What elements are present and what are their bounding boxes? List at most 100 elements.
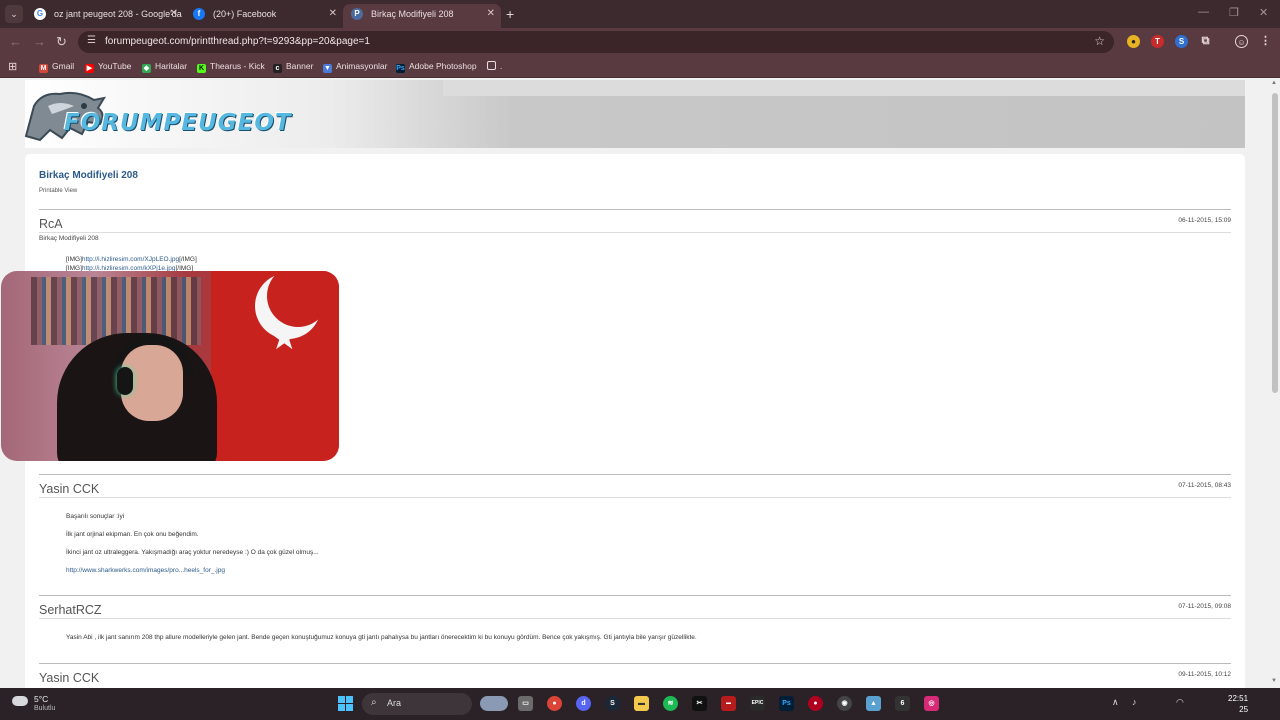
search-label: Ara <box>387 698 402 708</box>
obs-icon[interactable]: ◉ <box>837 696 852 711</box>
windows-taskbar: 5°C Bulutlu ⌕ Ara ▭ ● d S ▬ ≋ ✂ ▬ EPIC P… <box>0 688 1280 720</box>
tab-facebook[interactable]: f (20+) Facebook ✕ <box>185 4 343 28</box>
file-explorer-icon[interactable]: ▬ <box>634 696 649 711</box>
forum-logo[interactable]: FORUMPEUGEOT <box>8 84 318 144</box>
scroll-up-icon[interactable]: ▲ <box>1271 80 1277 86</box>
discord-icon[interactable]: d <box>576 696 591 711</box>
instagram-icon[interactable]: ◎ <box>924 696 939 711</box>
post: RcA 06-11-2015, 15:09 Birkaç Modifiyeli … <box>39 209 1231 279</box>
chrome-icon[interactable]: ● <box>547 696 562 711</box>
close-tab-icon[interactable]: ✕ <box>329 4 337 24</box>
tab-google-search[interactable]: G oz jant peugeot 208 - Google'da ✕ <box>26 4 184 28</box>
forward-arrow-icon[interactable]: → <box>33 34 46 50</box>
post-line: İlk jant orjinal ekipman. En çok onu beğ… <box>66 531 199 538</box>
post-date: 06-11-2015, 15:09 <box>1178 217 1231 224</box>
post-divider <box>39 663 1231 664</box>
extension-icon[interactable]: S <box>1175 35 1188 48</box>
bookmarks-bar: ⊞ M Gmail ▶ YouTube ◆ Haritalar K Thearus - … <box>0 56 1280 78</box>
youtube-icon: ▶ <box>85 64 94 73</box>
capcut-icon[interactable]: ✂ <box>692 696 707 711</box>
photos-icon[interactable]: ▲ <box>866 696 881 711</box>
post-subtitle: Birkaç Modifiyeli 208 <box>39 235 99 242</box>
bookmark-label: Thearus - Kick <box>210 61 265 71</box>
bookmark-photoshop[interactable]: Ps Adobe Photoshop <box>396 61 477 73</box>
steam-icon[interactable]: S <box>605 696 620 711</box>
bookmark-folder[interactable]: . <box>487 61 502 71</box>
post-subdivider <box>39 232 1231 233</box>
maps-icon: ◆ <box>142 64 151 73</box>
tab-title: oz jant peugeot 208 - Google'da <box>54 9 182 19</box>
post-subdivider <box>39 497 1231 498</box>
epic-games-icon[interactable]: EPIC <box>750 696 765 711</box>
bookmark-label: Banner <box>286 61 314 71</box>
bookmark-label: YouTube <box>98 61 132 71</box>
post-username: Yasin CCK <box>39 482 100 496</box>
bookmark-kick[interactable]: K Thearus - Kick <box>197 61 265 73</box>
page-scrollbar[interactable]: ▲ ▼ <box>1270 78 1280 688</box>
post-date: 07-11-2015, 09:08 <box>1178 603 1231 610</box>
photoshop-icon: Ps <box>396 64 405 73</box>
minimize-icon[interactable]: — <box>1198 6 1209 18</box>
post-line: [IMG]http://i.hizliresim.com/XJpLEO.jpg[… <box>66 256 197 263</box>
windows-start-icon[interactable] <box>338 696 353 711</box>
wifi-icon[interactable]: ◠ <box>1176 697 1184 708</box>
app-icon[interactable]: ● <box>808 696 823 711</box>
header-strip <box>443 80 1245 96</box>
banner-icon: c <box>273 64 282 73</box>
tab-forum-thread[interactable]: P Birkaç Modifiyeli 208 ✕ <box>343 4 501 28</box>
bookmark-label: Animasyonlar <box>336 61 388 71</box>
widget-icon[interactable] <box>480 696 508 711</box>
profile-icon[interactable]: ☺ <box>1235 35 1248 48</box>
scroll-down-icon[interactable]: ▼ <box>1271 678 1277 684</box>
post-divider <box>39 595 1231 596</box>
post: SerhatRCZ 07-11-2015, 09:08 Yasin Abi , … <box>39 595 1231 655</box>
clock-date: 25 <box>1239 705 1249 714</box>
image-link[interactable]: http://i.hizliresim.com/XJpLEO.jpg <box>82 256 179 263</box>
post: Yasin CCK 09-11-2015, 10:12 <box>39 663 1231 688</box>
app-icon[interactable]: 6 <box>895 696 910 711</box>
post-username: RcA <box>39 217 63 231</box>
thread-title[interactable]: Birkaç Modifiyeli 208 <box>39 170 138 181</box>
apps-grid-icon[interactable]: ⊞ <box>8 60 17 73</box>
bookmark-youtube[interactable]: ▶ YouTube <box>85 61 131 73</box>
extension-icon[interactable]: T <box>1151 35 1164 48</box>
weather-description[interactable]: Bulutlu <box>34 705 55 712</box>
close-tab-icon[interactable]: ✕ <box>487 4 495 24</box>
extensions-icon[interactable]: ⧉ <box>1199 35 1212 48</box>
bookmark-label: Adobe Photoshop <box>409 61 477 71</box>
url-text[interactable]: forumpeugeot.com/printthread.php?t=9293&… <box>105 31 370 53</box>
address-bar[interactable]: ☰ forumpeugeot.com/printthread.php?t=929… <box>78 31 1114 53</box>
webcam-overlay: ★ <box>1 271 339 461</box>
site-settings-icon[interactable]: ☰ <box>87 35 96 46</box>
tray-overflow-icon[interactable]: ∧ <box>1112 697 1119 708</box>
tab-search-icon[interactable]: ⌄ <box>5 5 23 23</box>
weather-temperature[interactable]: 5°C <box>34 694 48 704</box>
bookmark-maps[interactable]: ◆ Haritalar <box>142 61 187 73</box>
spotify-icon[interactable]: ≋ <box>663 696 678 711</box>
extension-icon[interactable]: ● <box>1127 35 1140 48</box>
close-tab-icon[interactable]: ✕ <box>170 4 178 24</box>
cloud-icon[interactable] <box>12 696 28 706</box>
google-icon: G <box>34 8 46 20</box>
taskbar-clock[interactable]: 22:51 25 <box>1228 694 1248 714</box>
close-window-icon[interactable]: ✕ <box>1259 6 1268 19</box>
bookmark-gmail[interactable]: M Gmail <box>39 61 74 73</box>
animation-icon: ▼ <box>323 64 332 73</box>
bookmark-banner[interactable]: c Banner <box>273 61 313 73</box>
new-tab-icon[interactable]: + <box>506 4 514 24</box>
taskbar-search[interactable]: ⌕ Ara <box>362 693 472 715</box>
scroll-thumb[interactable] <box>1272 93 1278 393</box>
volume-icon[interactable]: ♪ <box>1132 697 1137 707</box>
bookmark-star-icon[interactable]: ☆ <box>1094 34 1105 48</box>
back-arrow-icon[interactable]: ← <box>9 34 22 50</box>
image-link[interactable]: http://www.sharkwerks.com/images/pro...h… <box>66 567 225 574</box>
task-view-icon[interactable]: ▭ <box>518 696 533 711</box>
post-username: SerhatRCZ <box>39 603 102 617</box>
app-icon[interactable]: ▬ <box>721 696 736 711</box>
restore-icon[interactable]: ❐ <box>1229 6 1239 19</box>
reload-icon[interactable]: ↻ <box>56 34 67 50</box>
bookmark-animations[interactable]: ▼ Animasyonlar <box>323 61 388 73</box>
post-divider <box>39 209 1231 210</box>
menu-dots-icon[interactable]: ⋮ <box>1259 35 1272 48</box>
photoshop-taskbar-icon[interactable]: Ps <box>779 696 794 711</box>
